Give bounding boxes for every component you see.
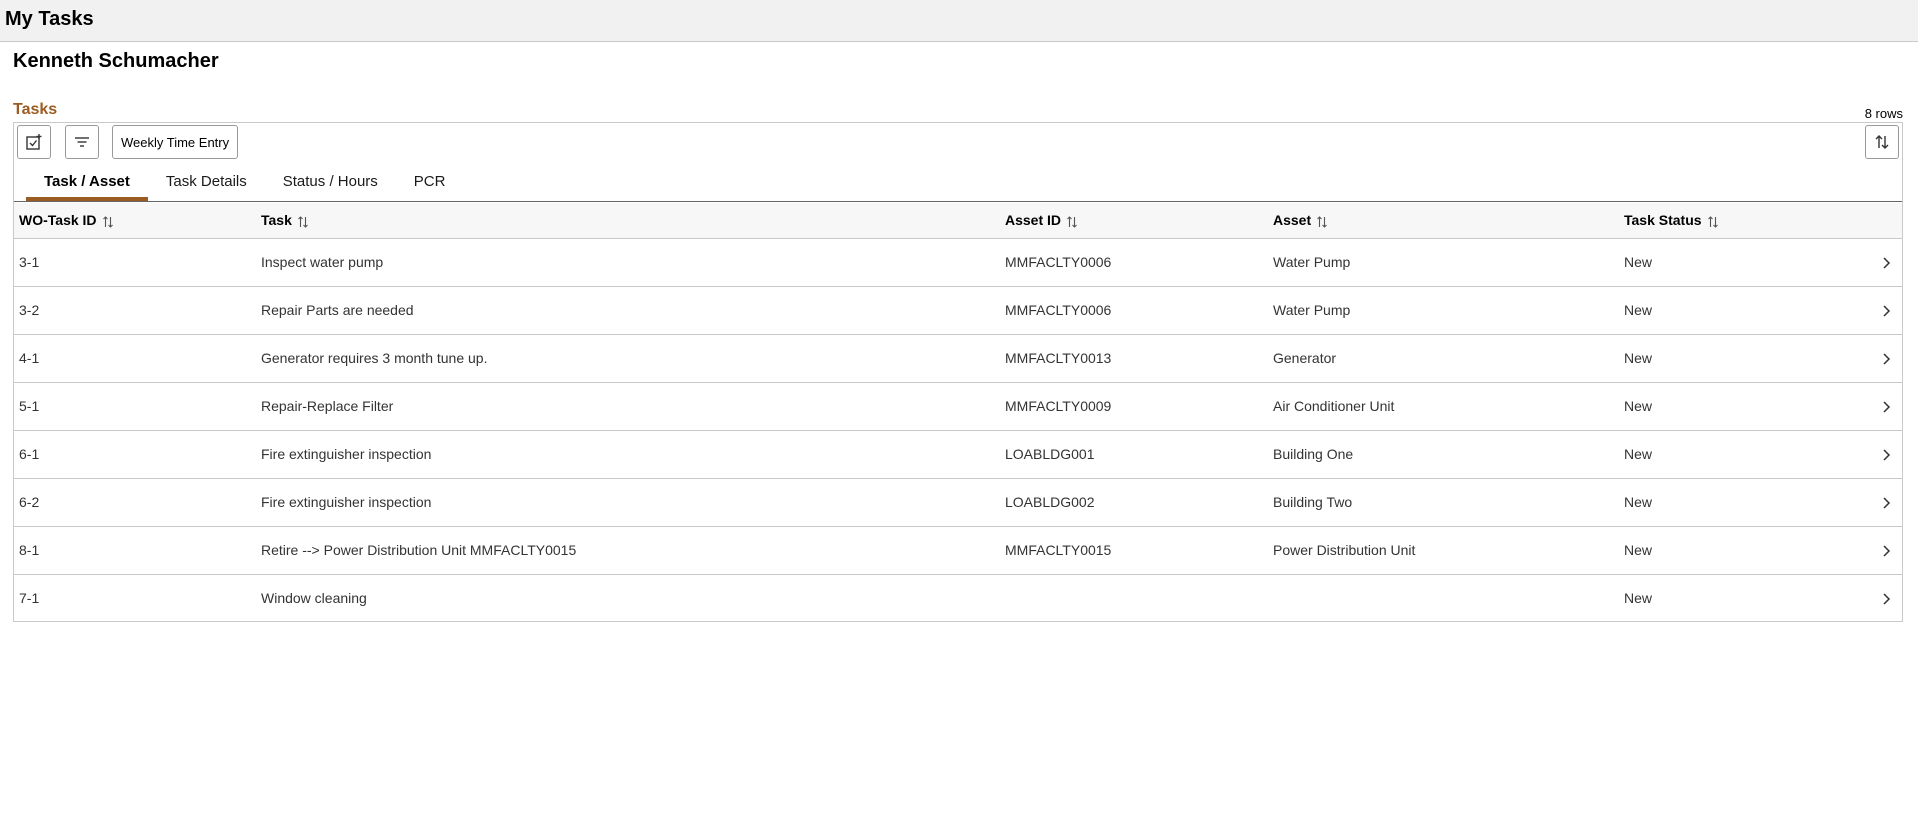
chevron-right-icon [1883, 497, 1891, 509]
cell-asset: Air Conditioner Unit [1268, 382, 1619, 431]
cell-wo-task-id: 5-1 [14, 382, 256, 431]
table-row[interactable]: 3-2 Repair Parts are needed MMFACLTY0006… [14, 286, 1902, 335]
tab-task-asset[interactable]: Task / Asset [26, 163, 148, 201]
user-name: Kenneth Schumacher [13, 50, 219, 72]
select-rows-button[interactable] [17, 125, 51, 159]
cell-wo-task-id: 4-1 [14, 334, 256, 383]
tab-task-details[interactable]: Task Details [148, 163, 265, 201]
grid-toolbar: Weekly Time Entry [17, 124, 239, 160]
page-header: My Tasks [0, 0, 1918, 42]
cell-task-status: New [1619, 382, 1862, 431]
cell-wo-task-id: 8-1 [14, 526, 256, 575]
tasks-table: WO-Task ID Task Asset ID Asset Task Stat… [14, 203, 1902, 622]
row-detail-button[interactable] [1862, 526, 1902, 575]
chevron-right-icon [1883, 305, 1891, 317]
row-detail-button[interactable] [1862, 286, 1902, 335]
row-detail-button[interactable] [1862, 430, 1902, 479]
column-header-asset[interactable]: Asset [1268, 203, 1619, 239]
chevron-right-icon [1883, 449, 1891, 461]
weekly-time-entry-button[interactable]: Weekly Time Entry [112, 125, 239, 159]
chevron-right-icon [1883, 257, 1891, 269]
table-row[interactable]: 4-1 Generator requires 3 month tune up. … [14, 334, 1902, 383]
cell-task-status: New [1619, 286, 1862, 335]
column-sort-icon [297, 215, 308, 228]
grid-tabs: Task / Asset Task Details Status / Hours… [26, 163, 463, 201]
column-header-task-status[interactable]: Task Status [1619, 203, 1862, 239]
row-detail-button[interactable] [1862, 238, 1902, 287]
column-sort-icon [1317, 215, 1328, 228]
cell-asset: Generator [1268, 334, 1619, 383]
cell-asset-id: MMFACLTY0013 [1000, 334, 1268, 383]
cell-asset: Building Two [1268, 478, 1619, 527]
cell-task: Generator requires 3 month tune up. [256, 334, 1000, 383]
row-count: 8 rows [1864, 106, 1903, 121]
column-header-wo-task-id[interactable]: WO-Task ID [14, 203, 256, 239]
row-detail-button[interactable] [1862, 478, 1902, 527]
column-sort-icon [1067, 215, 1077, 228]
tabs-divider [14, 201, 1902, 202]
cell-task: Repair Parts are needed [256, 286, 1000, 335]
cell-asset-id: MMFACLTY0015 [1000, 526, 1268, 575]
cell-task: Retire --> Power Distribution Unit MMFAC… [256, 526, 1000, 575]
cell-asset-id: LOABLDG001 [1000, 430, 1268, 479]
page-title: My Tasks [5, 7, 94, 30]
chevron-right-icon [1883, 353, 1891, 365]
cell-wo-task-id: 6-2 [14, 478, 256, 527]
column-sort-icon [102, 215, 113, 228]
cell-asset: Water Pump [1268, 238, 1619, 287]
chevron-right-icon [1883, 593, 1891, 605]
cell-asset-id: LOABLDG002 [1000, 478, 1268, 527]
table-row[interactable]: 6-1 Fire extinguisher inspection LOABLDG… [14, 430, 1902, 479]
cell-asset: Water Pump [1268, 286, 1619, 335]
cell-task: Fire extinguisher inspection [256, 430, 1000, 479]
cell-asset-id: MMFACLTY0006 [1000, 286, 1268, 335]
column-sort-icon [1707, 215, 1718, 228]
cell-task-status: New [1619, 478, 1862, 527]
tasks-grid: Weekly Time Entry Task / Asset Task Deta… [13, 122, 1903, 622]
cell-asset-id: MMFACLTY0009 [1000, 382, 1268, 431]
cell-task: Inspect water pump [256, 238, 1000, 287]
cell-asset: Power Distribution Unit [1268, 526, 1619, 575]
checkbox-add-icon [26, 134, 42, 150]
table-row[interactable]: 3-1 Inspect water pump MMFACLTY0006 Wate… [14, 238, 1902, 287]
sort-button[interactable] [1865, 125, 1899, 159]
table-row[interactable]: 5-1 Repair-Replace Filter MMFACLTY0009 A… [14, 382, 1902, 431]
cell-wo-task-id: 7-1 [19, 590, 40, 606]
column-header-detail [1862, 203, 1902, 239]
table-row[interactable]: 6-2 Fire extinguisher inspection LOABLDG… [14, 478, 1902, 527]
cell-asset [1268, 574, 1619, 622]
filter-icon [75, 137, 89, 147]
column-header-asset-id[interactable]: Asset ID [1000, 203, 1268, 239]
cell-asset: Building One [1268, 430, 1619, 479]
grid-title: Tasks [13, 101, 58, 118]
cell-wo-task-id: 6-1 [14, 430, 256, 479]
column-header-task[interactable]: Task [256, 203, 1000, 239]
row-detail-button[interactable] [1862, 334, 1902, 383]
cell-wo-task-id: 3-2 [14, 286, 256, 335]
cell-task-status: New [1624, 590, 1653, 606]
cell-task-status: New [1619, 430, 1862, 479]
table-row[interactable]: 8-1 Retire --> Power Distribution Unit M… [14, 526, 1902, 575]
row-detail-button[interactable] [1862, 382, 1902, 431]
cell-asset-id: MMFACLTY0006 [1000, 238, 1268, 287]
sort-icon [1875, 135, 1889, 149]
cell-task-status: New [1619, 526, 1862, 575]
chevron-right-icon [1883, 401, 1891, 413]
cell-task: Fire extinguisher inspection [256, 478, 1000, 527]
table-row[interactable]: 7-1 Window cleaning New [14, 574, 1902, 622]
cell-task-status: New [1619, 334, 1862, 383]
cell-wo-task-id: 3-1 [14, 238, 256, 287]
cell-task-status: New [1619, 238, 1862, 287]
chevron-right-icon [1883, 545, 1891, 557]
row-detail-button[interactable] [1862, 574, 1902, 622]
cell-task: Window cleaning [261, 590, 367, 606]
filter-button[interactable] [65, 125, 99, 159]
tab-pcr[interactable]: PCR [396, 163, 464, 201]
cell-task: Repair-Replace Filter [256, 382, 1000, 431]
cell-asset-id [1000, 574, 1268, 622]
tab-status-hours[interactable]: Status / Hours [265, 163, 396, 201]
table-header-row: WO-Task ID Task Asset ID Asset Task Stat… [14, 203, 1902, 239]
